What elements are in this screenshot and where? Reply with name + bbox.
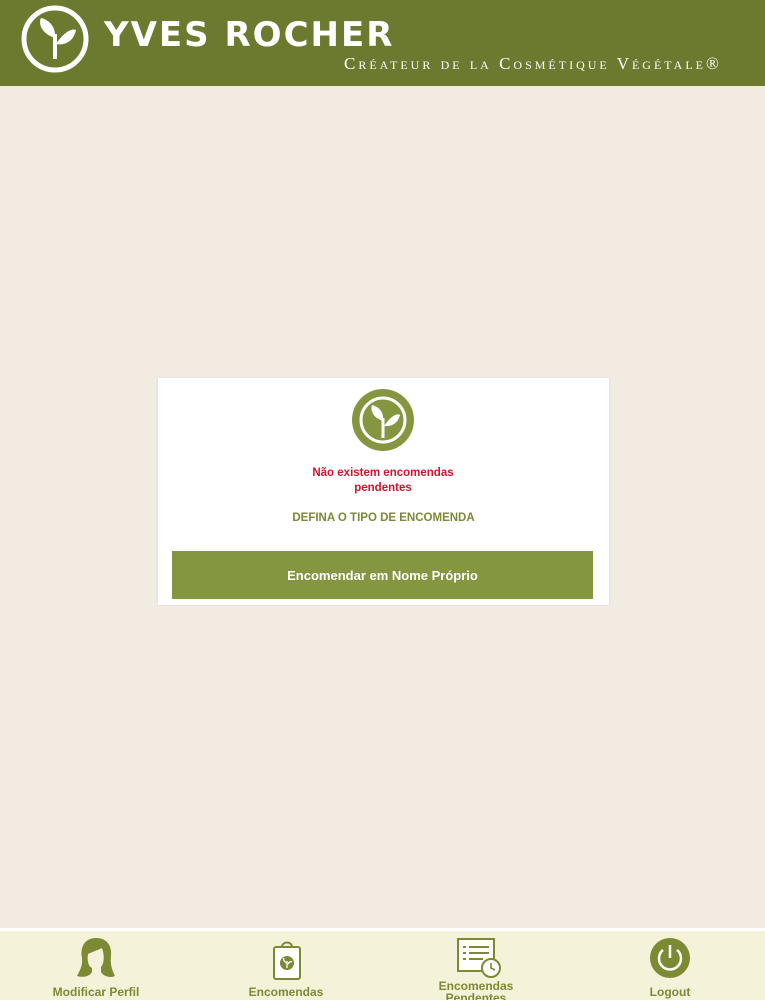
shopping-bag-icon xyxy=(273,941,301,980)
nav-item-logout[interactable]: Logout xyxy=(620,931,720,1000)
pending-list-clock-icon xyxy=(457,938,501,978)
app-header: YVES ROCHER Créateur de la Cosmétique Vé… xyxy=(0,0,765,86)
nav-item-encomendas-pendentes[interactable]: Encomendas Pendentes xyxy=(416,931,536,1000)
order-type-dialog: Não existem encomendas pendentes DEFINA … xyxy=(158,378,609,605)
woman-profile-icon xyxy=(77,938,115,977)
power-icon xyxy=(650,938,690,978)
nav-label: Encomendas xyxy=(248,985,324,999)
nav-label: Encomendas Pendentes xyxy=(438,979,514,1000)
brand-tagline: Créateur de la Cosmétique Végétale® xyxy=(344,54,722,73)
nav-item-encomendas[interactable]: Encomendas xyxy=(236,931,336,1000)
order-own-name-button[interactable]: Encomendar em Nome Próprio xyxy=(172,551,593,599)
order-type-prompt: DEFINA O TIPO DE ENCOMENDA xyxy=(292,512,475,524)
leaf-logo-icon xyxy=(21,5,89,73)
leaf-logo-icon xyxy=(352,389,414,451)
no-pending-orders-message: Não existem encomendas pendentes xyxy=(312,467,454,494)
brand-name: YVES ROCHER xyxy=(104,15,395,55)
nav-item-modificar-perfil[interactable]: Modificar Perfil xyxy=(46,931,146,1000)
bottom-nav-bar: Modificar Perfil Encomendas Encomendas P… xyxy=(0,928,765,1000)
nav-label: Modificar Perfil xyxy=(52,985,140,999)
nav-label: Logout xyxy=(649,985,691,999)
